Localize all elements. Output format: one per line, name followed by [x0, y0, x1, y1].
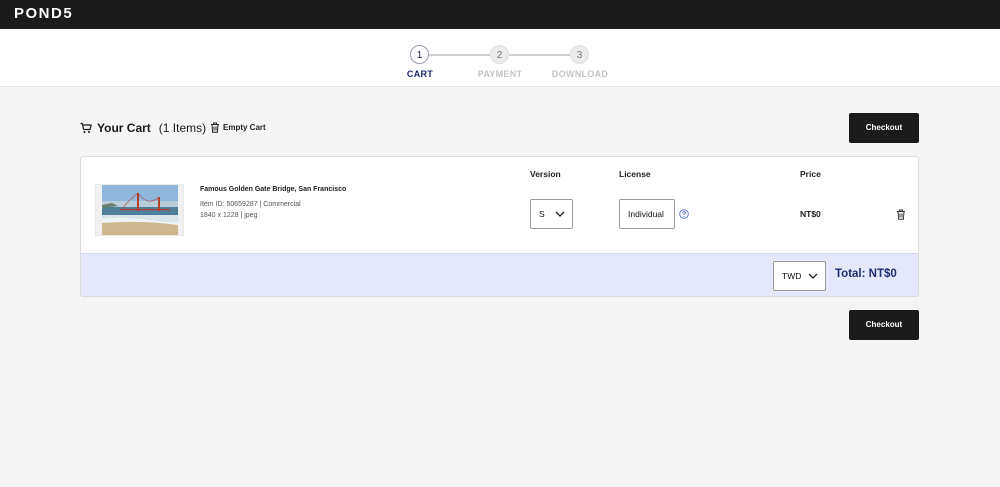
version-column-header: Version [530, 169, 561, 179]
license-column-header: License [619, 169, 651, 179]
remove-item-trash-icon[interactable] [896, 209, 906, 220]
step-3-circle: 3 [570, 45, 589, 64]
checkout-button-top[interactable]: Checkout [849, 113, 919, 143]
chevron-down-icon [555, 211, 565, 217]
step-2-circle: 2 [490, 45, 509, 64]
empty-cart-button[interactable]: Empty Cart [210, 122, 266, 133]
license-select[interactable]: Individual [619, 199, 675, 229]
help-icon[interactable] [679, 209, 689, 219]
item-id-line: Item ID: 50659287 | Commercial [200, 201, 301, 208]
price-column-header: Price [800, 169, 821, 179]
top-bar: POND5 [0, 0, 1000, 29]
step-connector [509, 54, 570, 56]
cart-heading: Your Cart (1 Items) [80, 120, 206, 136]
currency-select-value: TWD [782, 271, 802, 281]
item-thumbnail-frame[interactable] [95, 184, 184, 236]
item-title[interactable]: Famous Golden Gate Bridge, San Francisco [200, 186, 346, 193]
item-price: NT$0 [800, 209, 821, 219]
step-3-label: DOWNLOAD [551, 69, 609, 79]
step-2-label: PAYMENT [477, 69, 523, 79]
item-meta-line: 1840 x 1228 | jpeg [200, 212, 258, 219]
step-1-label: CART [406, 69, 434, 79]
step-connector [429, 54, 490, 56]
cart-title: Your Cart [97, 121, 151, 135]
step-1-circle: 1 [410, 45, 429, 64]
checkout-steps: 1 2 3 CART PAYMENT DOWNLOAD [0, 29, 1000, 87]
chevron-down-icon [808, 273, 818, 279]
cart-items-panel: Version License Price Famous Golden Gate… [80, 156, 919, 297]
cart-item-count: (1 Items) [158, 121, 207, 135]
empty-cart-label: Empty Cart [223, 123, 266, 132]
total-amount: Total: NT$0 [835, 268, 897, 280]
version-select-value: S [539, 209, 545, 219]
version-select[interactable]: S [530, 199, 573, 229]
item-thumbnail[interactable] [102, 185, 178, 235]
license-select-value: Individual [628, 209, 664, 219]
checkout-button-bottom[interactable]: Checkout [849, 310, 919, 340]
currency-select[interactable]: TWD [773, 261, 826, 291]
cart-icon [80, 122, 92, 133]
trash-icon [211, 122, 219, 133]
pond5-logo[interactable]: POND5 [14, 5, 73, 22]
totals-row: TWD Total: NT$0 [81, 253, 918, 296]
